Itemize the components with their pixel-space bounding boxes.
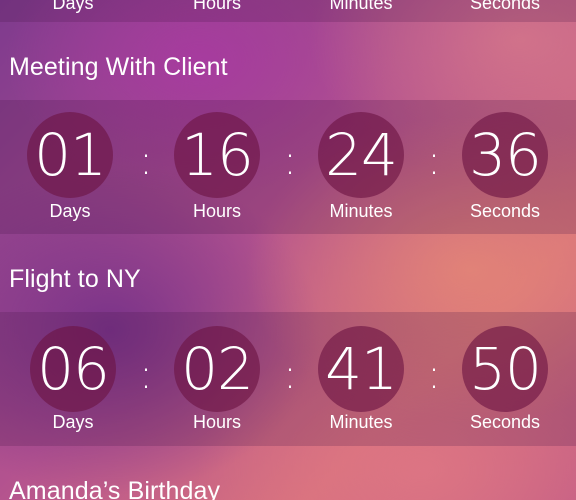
countdown-unit-minutes: 24 Minutes	[301, 112, 421, 232]
separator-colon: :	[283, 138, 297, 184]
countdown-unit-hours: 02 Hours	[157, 326, 277, 446]
separator-colon: :	[283, 352, 297, 398]
countdown-unit-seconds: 36 Seconds	[445, 112, 565, 232]
separator-colon: :	[139, 352, 153, 398]
event-title-birthday[interactable]: Amanda’s Birthday	[9, 477, 220, 500]
countdown-unit-hours: 16 Hours	[157, 112, 277, 232]
countdown-unit-minutes: 41 Minutes	[301, 326, 421, 446]
separator-colon: :	[427, 352, 441, 398]
unit-label-minutes: Minutes	[329, 0, 393, 13]
unit-label-days: Days	[49, 201, 91, 221]
countdown-band-previous: Days Hours Minutes Seconds	[0, 0, 576, 22]
seconds-value: 50	[469, 335, 542, 403]
days-value: 01	[34, 121, 107, 189]
hours-value: 02	[181, 335, 254, 403]
countdown-unit-days: 01 Days	[10, 112, 130, 232]
countdown-band-meeting[interactable]: 01 Days : 16 Hours : 24 Minutes : 36 Sec…	[0, 100, 576, 234]
unit-label-hours: Hours	[192, 412, 241, 432]
days-value: 06	[37, 335, 110, 403]
countdown-unit-seconds: 50 Seconds	[445, 326, 565, 446]
unit-label-minutes: Minutes	[329, 201, 393, 221]
unit-label-minutes: Minutes	[329, 412, 393, 432]
seconds-value: 36	[469, 121, 542, 189]
unit-label-seconds: Seconds	[469, 412, 541, 432]
separator-colon: :	[427, 138, 441, 184]
unit-label-seconds: Seconds	[469, 201, 541, 221]
unit-label-seconds: Seconds	[469, 0, 541, 13]
countdown-unit-days: 06 Days	[13, 326, 133, 446]
countdown-band-flight[interactable]: 06 Days : 02 Hours : 41 Minutes : 50 Sec…	[0, 312, 576, 446]
unit-label-hours: Hours	[192, 201, 241, 221]
unit-label-hours: Hours	[192, 0, 241, 13]
separator-colon: :	[139, 138, 153, 184]
minutes-value: 41	[325, 335, 398, 403]
minutes-value: 24	[325, 121, 398, 189]
event-title-meeting[interactable]: Meeting With Client	[9, 53, 228, 82]
unit-label-days: Days	[52, 412, 94, 432]
event-title-flight[interactable]: Flight to NY	[9, 265, 141, 294]
hours-value: 16	[181, 121, 254, 189]
unit-label-days: Days	[52, 0, 94, 13]
